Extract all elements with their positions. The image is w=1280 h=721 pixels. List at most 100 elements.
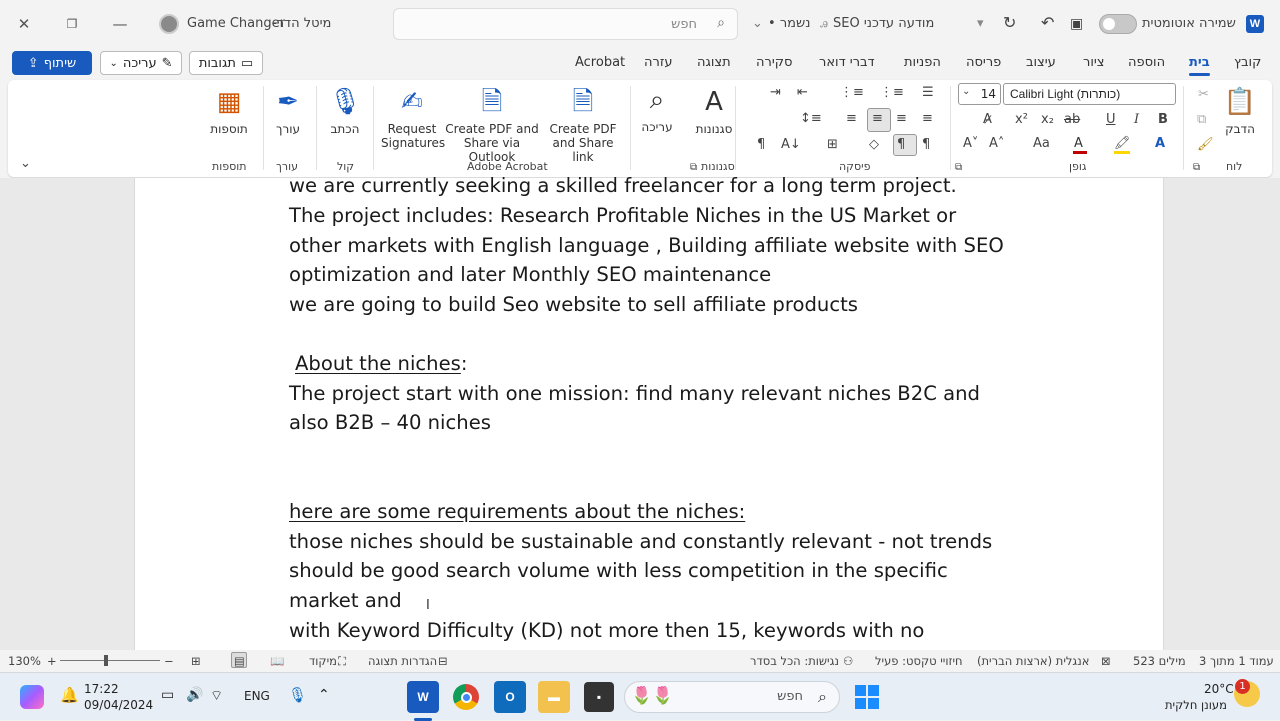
doc-line[interactable]: The project includes: Research Profitabl… [289, 204, 956, 227]
clock-date[interactable]: 09/04/2024 [84, 698, 153, 712]
read-mode-icon[interactable]: 📖 [270, 654, 284, 668]
editing-button[interactable]: ⌕ עריכה [634, 84, 680, 134]
change-case-icon[interactable]: Aa [1033, 136, 1050, 151]
create-pdf-share-link-button[interactable]: 🗎 Create PDF and Share link [543, 86, 623, 164]
doc-heading-niches[interactable]: About the niches: [295, 352, 467, 375]
bell-icon[interactable]: 🔔 [60, 686, 79, 704]
zoom-out-icon[interactable]: − [164, 654, 174, 668]
zoom-slider-thumb[interactable] [104, 655, 108, 666]
request-signatures-button[interactable]: ✍ Request Signatures [381, 86, 445, 150]
avatar[interactable] [159, 14, 179, 34]
autosave-toggle[interactable] [1099, 14, 1137, 34]
align-center-icon[interactable]: ≡ [896, 111, 907, 126]
font-launcher-icon[interactable]: ⧉ [955, 162, 962, 173]
copilot-icon[interactable] [20, 685, 44, 709]
weather-temp[interactable]: 20°C [1204, 682, 1234, 696]
clock-time[interactable]: 17:22 [84, 682, 119, 696]
copy-icon[interactable]: ⧉ [1197, 112, 1206, 127]
redo-icon[interactable]: ↻ [1003, 13, 1016, 32]
customize-toolbar-icon[interactable]: ▾ [977, 16, 984, 31]
web-layout-icon[interactable]: ⊞ [191, 654, 201, 668]
decrease-indent-icon[interactable]: ⇤ [797, 85, 808, 100]
doc-line[interactable]: optimization and later Monthly SEO maint… [289, 263, 771, 286]
show-marks-icon[interactable]: ¶ [757, 137, 765, 152]
subscript-button[interactable]: x₂ [1041, 112, 1054, 127]
page-count[interactable]: עמוד 1 מתוך 3 [1199, 654, 1274, 668]
multilevel-list-icon[interactable]: ⋮≡ [840, 85, 864, 100]
numbering-icon[interactable]: ⋮≡ [880, 85, 904, 100]
increase-indent-icon[interactable]: ⇥ [770, 85, 781, 100]
underline-button[interactable]: U [1106, 112, 1116, 127]
styles-launcher-icon[interactable]: ⧉ [690, 162, 697, 173]
weather-description[interactable]: מעונן חלקית [1165, 698, 1227, 712]
clipboard-launcher-icon[interactable]: ⧉ [1193, 162, 1200, 173]
battery-icon[interactable]: ▭ [161, 687, 174, 703]
text-effects-icon[interactable]: A [1155, 136, 1165, 151]
start-button[interactable] [851, 681, 883, 713]
search-input[interactable]: חפש ⌕ [393, 8, 738, 40]
zoom-level[interactable]: 130% [8, 654, 41, 668]
doc-line[interactable]: with Keyword Difficulty (KD) not more th… [289, 619, 924, 642]
tab-layout[interactable]: פריסה [966, 55, 1001, 70]
tab-references[interactable]: הפניות [904, 55, 941, 70]
focus-mode[interactable]: מיקוד [309, 654, 337, 668]
bold-button[interactable]: B [1158, 112, 1168, 127]
restore-icon[interactable]: ❐ [58, 10, 86, 38]
doc-line[interactable]: we are going to build Seo website to sel… [289, 293, 858, 316]
highlight-icon[interactable]: 🖍 [1114, 136, 1131, 151]
outlook-icon[interactable]: O [494, 681, 526, 713]
language-indicator[interactable]: ENG [244, 689, 270, 703]
tab-mailings[interactable]: דברי דואר [819, 55, 875, 70]
sensitivity-label[interactable]: SEO מודעה עדכני [833, 16, 934, 31]
chrome-icon[interactable] [450, 681, 482, 713]
microphone-icon[interactable]: 🎙 [288, 686, 307, 704]
app-icon[interactable]: ▪ [584, 682, 614, 712]
tab-help[interactable]: עזרה [644, 55, 672, 70]
text-predictions-status[interactable]: חיזויי טקסט: פעיל [875, 654, 963, 668]
tab-file[interactable]: קובץ [1234, 55, 1261, 70]
align-right-icon[interactable]: ≡ [922, 111, 933, 126]
proofing-icon[interactable]: ⊠ [1101, 654, 1111, 668]
font-color-icon[interactable]: A [1074, 136, 1083, 151]
tab-review[interactable]: סקירה [756, 55, 792, 70]
word-taskbar-icon[interactable]: W [407, 681, 439, 713]
superscript-button[interactable]: x² [1015, 112, 1028, 127]
accessibility-status[interactable]: נגישות: הכל בסדר [750, 654, 839, 668]
doc-line[interactable]: also B2B – 40 niches [289, 411, 491, 434]
tab-home[interactable]: בית [1189, 55, 1210, 76]
line-spacing-icon[interactable]: ↕≡ [800, 111, 822, 126]
doc-line[interactable]: market and [289, 589, 402, 612]
minimize-icon[interactable]: — [106, 10, 134, 38]
format-painter-icon[interactable]: 🖌 [1197, 137, 1214, 152]
shading-icon[interactable]: ◇ [869, 137, 879, 152]
editor-button[interactable]: ✒ עורך [268, 86, 308, 136]
clear-formatting-icon[interactable]: A̷ [983, 112, 992, 127]
doc-line[interactable]: we are currently seeking a skilled freel… [289, 174, 957, 197]
paste-button[interactable]: 📋 הדבק [1218, 86, 1262, 136]
doc-line[interactable]: those niches should be sustainable and c… [289, 530, 992, 553]
bullets-icon[interactable]: ☰ [922, 85, 934, 100]
doc-line[interactable]: other markets with English language , Bu… [289, 234, 1004, 257]
font-name-select[interactable]: Calibri Light (כותרות) [1003, 83, 1176, 105]
zoom-in-icon[interactable]: + [47, 654, 57, 668]
tab-view[interactable]: תצוגה [697, 55, 731, 70]
undo-icon[interactable]: ↶ [1041, 13, 1054, 32]
styles-button[interactable]: A סגנונות [689, 86, 739, 136]
chevron-down-icon[interactable]: ⌄ [752, 16, 763, 31]
doc-heading-requirements[interactable]: here are some requirements about the nic… [289, 500, 745, 523]
collapse-ribbon-icon[interactable]: ⌄ [20, 156, 31, 171]
tray-chevron-up-icon[interactable]: ⌃ [318, 687, 330, 703]
doc-line[interactable]: The project start with one mission: find… [289, 382, 980, 405]
create-pdf-outlook-button[interactable]: 🗎 Create PDF and Share via Outlook [443, 86, 541, 164]
rtl-direction-icon[interactable]: ¶ [922, 137, 930, 152]
file-explorer-icon[interactable]: ▬ [538, 681, 570, 713]
taskbar-search[interactable]: חפש ⌕ 🌷🌷 [624, 681, 840, 713]
wifi-icon[interactable]: ⌔ [210, 687, 223, 705]
save-icon[interactable]: ▣ [1070, 16, 1083, 32]
cut-icon[interactable]: ✂ [1198, 87, 1209, 102]
tab-draw[interactable]: ציור [1083, 55, 1105, 70]
sort-icon[interactable]: A↓ [781, 137, 801, 152]
display-settings[interactable]: הגדרות תצוגה [368, 654, 437, 668]
italic-button[interactable]: I [1134, 112, 1139, 127]
tab-insert[interactable]: הוספה [1128, 55, 1165, 70]
